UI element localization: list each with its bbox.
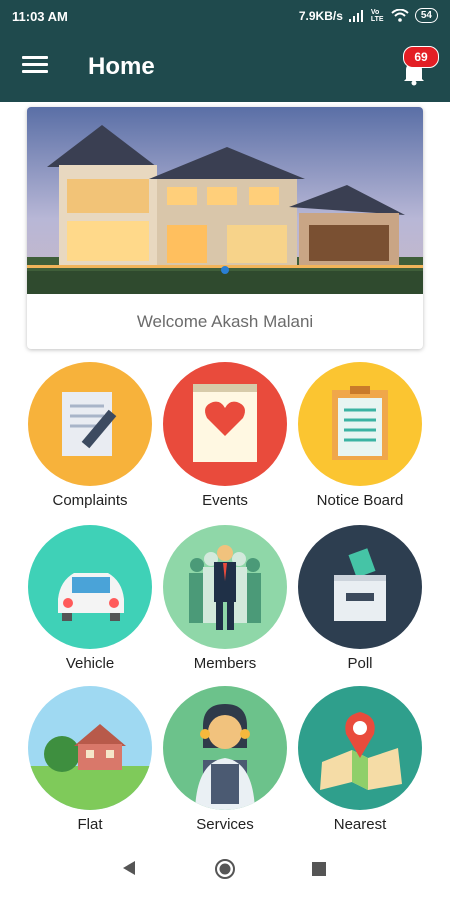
welcome-card: Welcome Akash Malani <box>27 107 423 349</box>
page-title: Home <box>88 53 155 80</box>
volte-indicator: Vo LTE <box>370 8 384 23</box>
events-label: Events <box>202 492 248 509</box>
services-label: Services <box>196 816 254 833</box>
events-icon <box>163 362 287 486</box>
flat-tile[interactable]: Flat <box>24 686 156 833</box>
members-label: Members <box>193 655 257 672</box>
notice-board-tile[interactable]: Notice Board <box>294 362 426 509</box>
complaints-icon <box>28 362 152 486</box>
notification-badge[interactable]: 69 <box>403 46 439 68</box>
back-icon[interactable] <box>121 859 137 877</box>
members-tile[interactable]: Members <box>159 525 291 672</box>
flat-label: Flat <box>77 816 103 833</box>
poll-icon <box>298 525 422 649</box>
menu-icon-line <box>22 70 48 73</box>
menu-icon-line <box>22 63 48 66</box>
poll-label: Poll <box>347 655 373 672</box>
signal-icon <box>348 9 363 22</box>
status-bar: 11:03 AM 7.9KB/s Vo LTE 54 <box>0 0 450 32</box>
vehicle-label: Vehicle <box>65 655 115 672</box>
status-time: 11:03 AM <box>12 9 68 24</box>
services-tile[interactable]: Services <box>159 686 291 833</box>
home-icon[interactable] <box>214 858 236 880</box>
complaints-label: Complaints <box>52 492 128 509</box>
menu-icon <box>22 56 48 59</box>
welcome-message: Welcome Akash Malani <box>136 312 314 331</box>
nearest-tile[interactable]: Nearest <box>294 686 426 833</box>
system-nav-bar <box>0 840 450 900</box>
flat-icon <box>28 686 152 810</box>
wifi-icon <box>391 9 409 22</box>
complaints-tile[interactable]: Complaints <box>24 362 156 509</box>
services-icon <box>163 686 287 810</box>
members-icon <box>163 525 287 649</box>
notice-board-icon <box>298 362 422 486</box>
app-bar: Home 69 <box>0 32 450 102</box>
house-banner-image <box>27 107 423 294</box>
events-tile[interactable]: Events <box>159 362 291 509</box>
poll-tile[interactable]: Poll <box>294 525 426 672</box>
battery-indicator: 54 <box>414 8 438 23</box>
nearest-label: Nearest <box>333 816 387 833</box>
menu-button[interactable] <box>22 56 48 76</box>
notice-board-label: Notice Board <box>316 492 404 509</box>
network-speed: 7.9KB/s <box>298 8 343 23</box>
status-indicators: 7.9KB/s Vo LTE 54 <box>299 8 438 23</box>
vehicle-tile[interactable]: Vehicle <box>24 525 156 672</box>
nearest-icon <box>298 686 422 810</box>
recents-icon[interactable] <box>311 861 327 877</box>
vehicle-icon <box>28 525 152 649</box>
